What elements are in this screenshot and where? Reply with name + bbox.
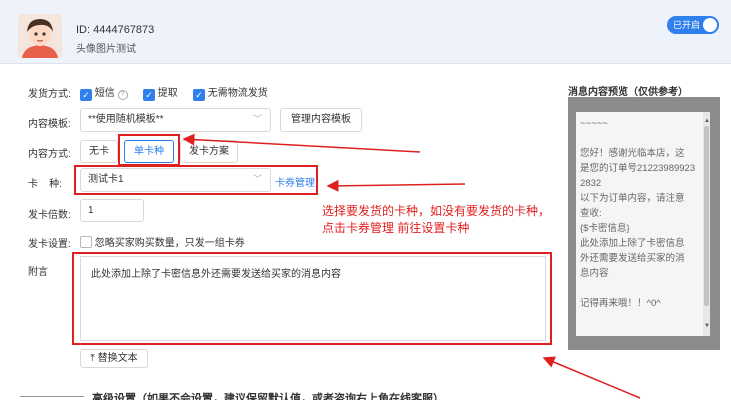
mode-single-card-button[interactable]: 单卡种 — [124, 140, 174, 163]
content-mode-label: 内容方式: — [28, 149, 71, 160]
note-textarea[interactable]: 此处添加上除了卡密信息外还需要发送给买家的消息内容 — [80, 256, 546, 341]
replace-text-button[interactable]: ⤒ 替换文本 — [80, 349, 148, 368]
preview-line: 您好！感谢光临本店，这 — [580, 148, 685, 159]
preview-scrollbar[interactable]: ▲ ▼ — [703, 112, 710, 336]
preview-title: 消息内容预览（仅供参考） — [568, 87, 688, 98]
section-divider-left — [20, 396, 84, 397]
annotation-line-2: 点击卡券管理 前往设置卡种 — [322, 221, 470, 235]
preview-line: 查收: — [580, 208, 602, 219]
note-label: 附言 — [28, 267, 48, 278]
template-label: 内容模板: — [28, 119, 71, 130]
preview-content: ~~~~~ 您好！感谢光临本店，这 是您的订单号21223989923 2832… — [576, 112, 710, 336]
preview-line: 是您的订单号21223989923 — [580, 163, 696, 174]
coupon-manage-link[interactable]: 卡券管理 — [275, 174, 315, 189]
toggle-knob — [703, 18, 717, 32]
mode-card-plan-button[interactable]: 发卡方案 — [180, 140, 238, 163]
checkbox-ignore-quantity[interactable] — [80, 236, 92, 248]
account-id: ID: 4444767873 — [76, 24, 155, 36]
delivery-option-label: 短信 — [94, 88, 115, 99]
delivery-option-sms[interactable]: ✓ 短信 ? — [80, 84, 128, 101]
card-type-select[interactable]: 测试卡1 ﹀ — [80, 168, 271, 192]
manage-template-button[interactable]: 管理内容模板 — [280, 108, 362, 132]
delivery-option-no-logistics[interactable]: ✓ 无需物流发货 — [193, 84, 268, 101]
annotation-line-1: 选择要发货的卡种，如没有要发货的卡种， — [322, 204, 551, 218]
card-type-value: 测试卡1 — [88, 174, 124, 185]
checkbox-sms[interactable]: ✓ — [80, 89, 92, 101]
preview-line: ~~~~~ — [580, 118, 608, 129]
account-subtitle: 头像图片测试 — [76, 44, 136, 55]
replace-text-label: 替换文本 — [97, 353, 138, 364]
preview-line: 以下为订单内容，请注意 — [580, 193, 685, 204]
avatar-image — [18, 14, 62, 58]
preview-line — [580, 281, 708, 296]
checkbox-no-logistics[interactable]: ✓ — [193, 89, 205, 101]
arrow-to-card-type — [326, 179, 466, 192]
preview-line — [580, 131, 708, 146]
template-select-value: **使用随机模板** — [88, 114, 164, 125]
delivery-label: 发货方式: — [28, 89, 71, 100]
preview-line: {$卡密信息} — [580, 223, 630, 234]
advanced-settings-title: 高级设置（如果不会设置，建议保留默认值，或者咨询右上角在线客服） — [92, 393, 444, 400]
arrow-to-note — [542, 356, 641, 399]
scroll-down-icon[interactable]: ▼ — [704, 319, 710, 334]
help-icon[interactable]: ? — [117, 90, 128, 100]
avatar — [18, 14, 62, 58]
card-setting-option-label: 忽略买家购买数量，只发一组卡券 — [94, 238, 245, 249]
chevron-down-icon: ﹀ — [252, 113, 262, 124]
scroll-thumb[interactable] — [704, 126, 709, 306]
delivery-option-label: 提取 — [157, 88, 178, 99]
preview-frame: ~~~~~ 您好！感谢光临本店，这 是您的订单号21223989923 2832… — [568, 97, 720, 350]
multiplier-input[interactable]: 1 — [80, 199, 144, 222]
delivery-option-label: 无需物流发货 — [207, 88, 268, 99]
card-setting-option[interactable]: 忽略买家购买数量，只发一组卡券 — [80, 234, 245, 249]
delivery-option-extract[interactable]: ✓ 提取 — [143, 84, 178, 101]
checkbox-extract[interactable]: ✓ — [143, 89, 155, 101]
chevron-down-icon: ﹀ — [252, 173, 262, 184]
template-select[interactable]: **使用随机模板** ﹀ — [80, 108, 271, 132]
multiplier-label: 发卡倍数: — [28, 210, 71, 221]
note-value: 此处添加上除了卡密信息外还需要发送给买家的消息内容 — [91, 269, 341, 280]
preview-line: 息内容 — [580, 268, 609, 279]
account-header: ID: 4444767873 头像图片测试 已开启 — [0, 0, 731, 64]
preview-line: 此处添加上除了卡密信息 — [580, 238, 685, 249]
toggle-label: 已开启 — [673, 20, 701, 30]
preview-line: 记得再来哦！！^0^ — [580, 298, 661, 309]
preview-line: 外还需要发送给买家的消 — [580, 253, 685, 264]
mode-no-card-button[interactable]: 无卡 — [80, 140, 118, 163]
card-setting-label: 发卡设置: — [28, 239, 71, 250]
upload-icon: ⤒ — [90, 353, 95, 364]
preview-line: 2832 — [580, 178, 602, 189]
card-type-label: 卡 种: — [28, 179, 62, 190]
status-toggle[interactable]: 已开启 — [667, 16, 719, 34]
